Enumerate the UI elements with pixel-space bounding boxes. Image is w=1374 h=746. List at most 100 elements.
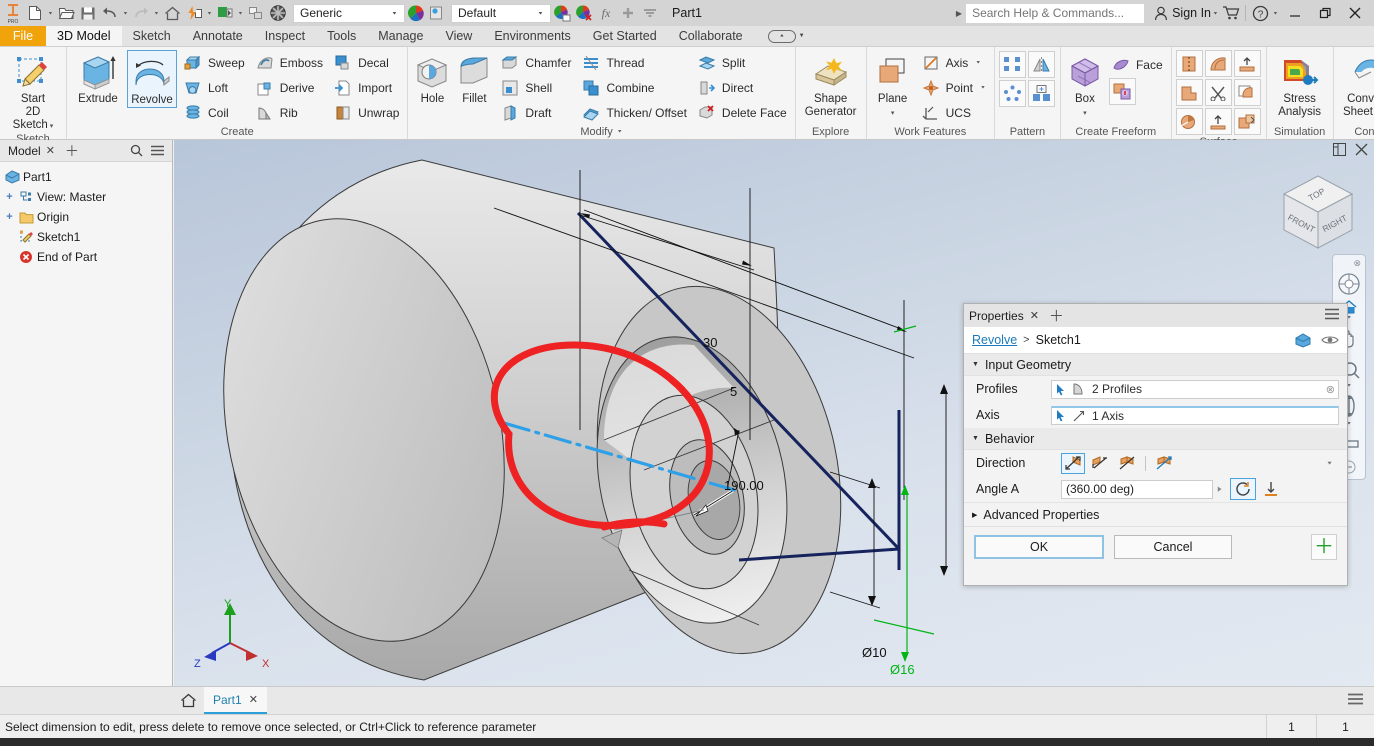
undo-dropdown[interactable] [121,1,130,25]
revolve-button[interactable]: Revolve [127,50,177,109]
search-input[interactable] [966,3,1145,23]
customize-add-icon[interactable] [617,1,639,25]
shape-generator-button[interactable]: Shape Generator [800,50,862,119]
undo-icon[interactable] [99,1,121,25]
steering-wheel-icon[interactable] [1334,269,1364,299]
update-icon[interactable] [183,1,205,25]
visibility-eye-icon[interactable] [1321,334,1339,346]
dim-label-d16[interactable]: Ø16 [890,662,915,677]
tab-3d-model[interactable]: 3D Model [46,26,122,46]
replace-face-icon[interactable] [1233,108,1261,135]
tab-annotate[interactable]: Annotate [182,26,254,46]
thread-button[interactable]: Thread [577,51,690,75]
tree-node-end-of-part[interactable]: End of Part [4,247,172,267]
freeform-face-button[interactable]: Face [1107,53,1167,77]
breadcrumb-revolve[interactable]: Revolve [972,333,1017,347]
update-dropdown[interactable] [205,1,214,25]
ok-button[interactable]: OK [974,534,1104,559]
tab-manage[interactable]: Manage [367,26,434,46]
direction-more-dropdown[interactable] [1326,460,1339,467]
browser-tab-close-icon[interactable]: ✕ [46,144,55,157]
cancel-button[interactable]: Cancel [1114,534,1232,559]
tab-sketch[interactable]: Sketch [122,26,182,46]
minimize-ribbon-button[interactable] [767,29,796,43]
material-dropdown-arrow[interactable] [387,10,402,17]
angle-expand-arrow[interactable] [1213,485,1227,493]
panel-title-modify[interactable]: Modify [412,125,790,139]
new-file-icon[interactable] [24,1,46,25]
coil-button[interactable]: Coil [179,101,249,125]
draft-button[interactable]: Draft [496,101,575,125]
section-advanced-properties[interactable]: ▶ Advanced Properties [964,502,1347,526]
shell-button[interactable]: Shell [496,76,575,100]
restore-button[interactable] [1310,0,1340,26]
tree-node-view-master[interactable]: + View: Master [4,187,172,207]
axis-dropdown[interactable] [975,60,981,66]
viewport-split-icon[interactable] [1333,143,1346,156]
ruled-surface-icon[interactable] [1175,108,1203,135]
sign-in-dropdown[interactable] [1211,1,1220,25]
document-tabstrip-menu-icon[interactable] [1347,693,1364,708]
stress-analysis-button[interactable]: Stress Analysis [1271,50,1329,119]
thicken-offset-button[interactable]: Thicken/ Offset [577,101,690,125]
angle-input[interactable]: (360.00 deg) [1061,479,1213,499]
solid-preview-icon[interactable] [1295,332,1311,348]
shopping-cart-icon[interactable] [1220,1,1242,25]
circular-pattern-icon[interactable] [998,80,1026,107]
new-file-dropdown[interactable] [46,1,55,25]
minimize-button[interactable] [1280,0,1310,26]
customize-menu-icon[interactable] [639,1,661,25]
hole-button[interactable]: Hole [412,50,452,106]
tab-view[interactable]: View [434,26,483,46]
section-behavior[interactable]: ▼ Behavior [964,428,1347,450]
save-icon[interactable] [77,1,99,25]
sketch-driven-pattern-icon[interactable] [1027,80,1055,107]
full-revolve-toggle[interactable] [1230,478,1256,500]
tree-node-part1[interactable]: Part1 [4,167,172,187]
combine-button[interactable]: Combine [577,76,690,100]
sweep-button[interactable]: Sweep [179,51,249,75]
direction-default-button[interactable] [1061,452,1085,474]
point-dropdown[interactable] [980,85,986,91]
home-icon[interactable] [161,1,183,25]
dim-label-5[interactable]: 5 [730,384,737,399]
tab-tools[interactable]: Tools [316,26,367,46]
plane-button[interactable]: Plane ▾ [871,50,915,119]
ucs-button[interactable]: UCS [917,101,990,125]
point-button[interactable]: Point [917,76,990,100]
fillet-button[interactable]: Fillet [454,50,494,106]
split-button[interactable]: Split [693,51,791,75]
tab-collaborate[interactable]: Collaborate [668,26,754,46]
view-cube[interactable]: TOP FRONT RIGHT [1270,168,1366,264]
appearance-dropdown-arrow[interactable] [533,10,548,17]
profiles-select-field[interactable]: 2 Profiles ⊗ [1051,379,1339,399]
tree-expander-view-master[interactable]: + [4,191,15,203]
tree-node-origin[interactable]: + Origin [4,207,172,227]
material-combo[interactable]: Generic [293,3,405,23]
close-button[interactable] [1340,0,1370,26]
extend-icon[interactable] [1233,50,1261,77]
material-browser-icon[interactable] [427,1,449,25]
select-icon[interactable] [214,1,236,25]
breadcrumb-sketch1[interactable]: Sketch1 [1036,333,1081,347]
apply-plus-button[interactable]: ＋ [1311,533,1337,560]
tab-file[interactable]: File [0,26,46,46]
profiles-clear-icon[interactable]: ⊗ [1326,383,1335,396]
tab-get-started[interactable]: Get Started [582,26,668,46]
sculpt-icon[interactable] [1204,50,1232,77]
document-tab-part1[interactable]: Part1 ✕ [204,687,267,714]
dim-label-d10[interactable]: Ø10 [862,645,887,660]
navbar-close-icon[interactable]: ⊗ [1353,258,1361,269]
convert-sheet-metal-button[interactable]: Convert toSheet Metal [1338,50,1374,119]
trim-icon[interactable] [1175,79,1203,106]
help-icon[interactable]: ? [1249,1,1271,25]
open-file-icon[interactable] [55,1,77,25]
delete-face-button[interactable]: Delete Face [693,101,791,125]
section-input-geometry[interactable]: ▼ Input Geometry [964,354,1347,376]
derive-button[interactable]: Derive [251,76,327,100]
browser-tab-model[interactable]: Model ✕ [4,140,59,162]
axis-button[interactable]: Axis [917,51,990,75]
dim-label-30[interactable]: 30 [703,335,717,350]
loft-button[interactable]: Loft [179,76,249,100]
mirror-icon[interactable] [1027,51,1055,78]
